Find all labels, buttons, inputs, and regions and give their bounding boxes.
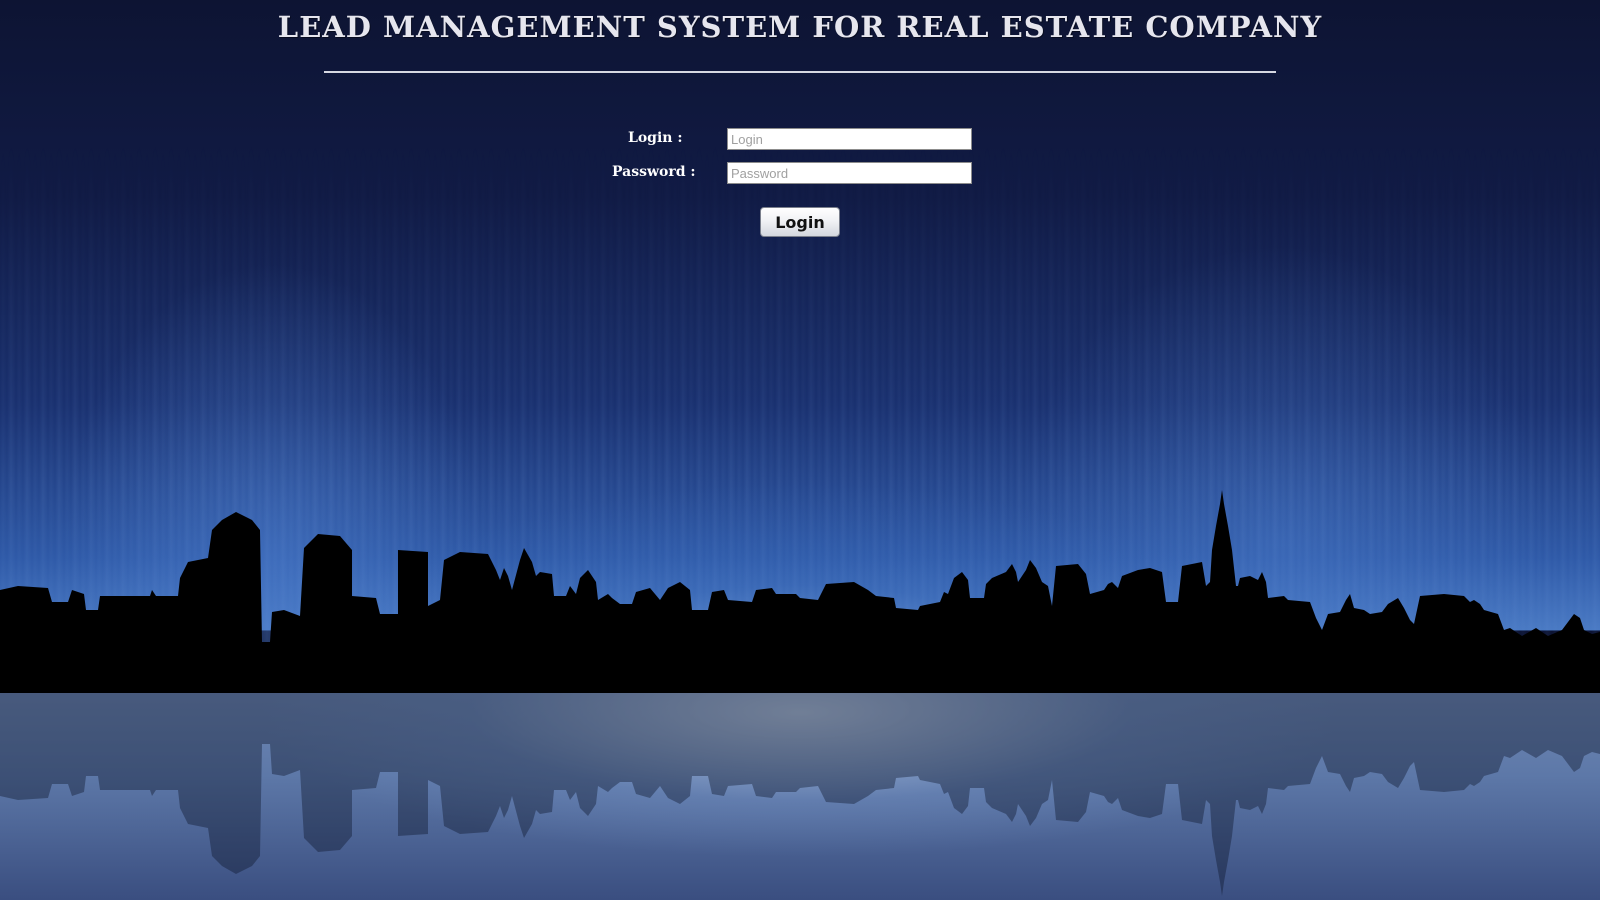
login-button[interactable]: Login <box>760 207 840 237</box>
skyline-reflection <box>0 693 1600 896</box>
login-input[interactable] <box>727 128 972 150</box>
login-label: Login : <box>628 130 683 146</box>
password-label: Password : <box>612 164 696 180</box>
page-title: LEAD MANAGEMENT SYSTEM FOR REAL ESTATE C… <box>277 10 1323 44</box>
login-page: LEAD MANAGEMENT SYSTEM FOR REAL ESTATE C… <box>0 0 1600 900</box>
title-divider <box>324 71 1276 73</box>
password-input[interactable] <box>727 162 972 184</box>
city-skyline-silhouette <box>0 490 1600 693</box>
